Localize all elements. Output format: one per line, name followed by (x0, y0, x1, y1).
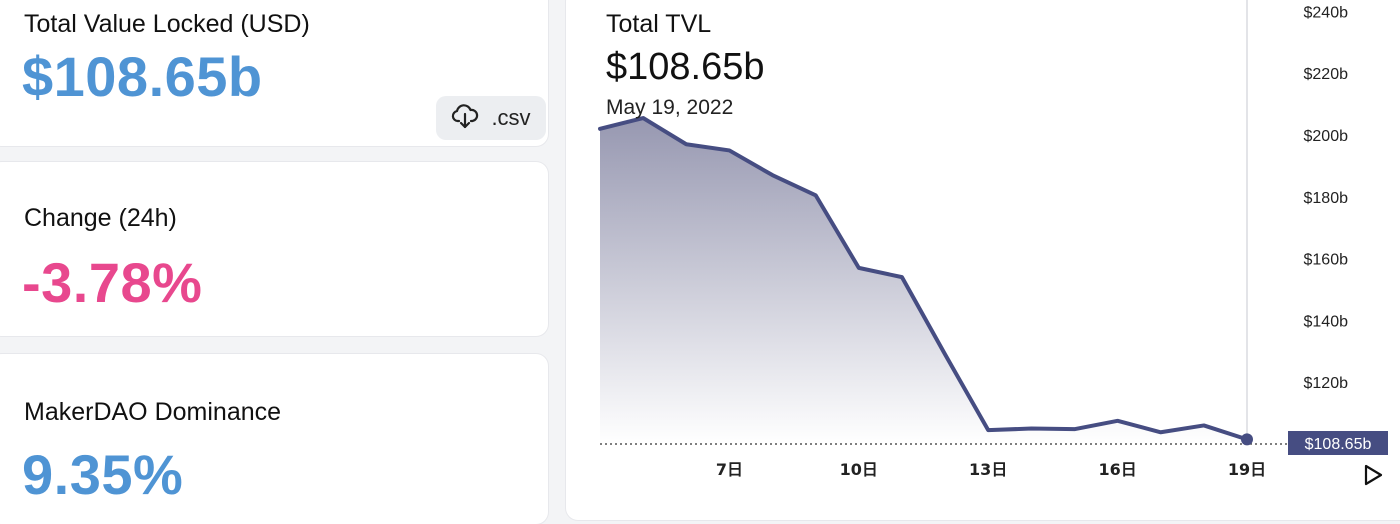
y-tick-label: $160b (1304, 252, 1349, 269)
chart-title: Total TVL (606, 10, 711, 39)
x-tick-label: 19日 (1228, 460, 1266, 479)
tvl-area (600, 118, 1247, 444)
y-tick-label: $220b (1304, 66, 1349, 83)
x-tick-label: 13日 (969, 460, 1007, 479)
play-button[interactable] (1360, 462, 1386, 488)
chart-date: May 19, 2022 (606, 96, 733, 120)
y-tick-label: $200b (1304, 128, 1349, 145)
x-tick-label: 10日 (840, 460, 878, 479)
y-tick-label: $120b (1304, 375, 1349, 392)
x-tick-label: 16日 (1098, 460, 1136, 479)
y-tick-label: $240b (1304, 4, 1349, 21)
chart-current-value: $108.65b (606, 46, 765, 89)
x-tick-label: 7日 (716, 460, 743, 479)
y-tick-label: $180b (1304, 190, 1349, 207)
current-value-badge-label: $108.65b (1305, 436, 1372, 453)
y-tick-label: $140b (1304, 313, 1349, 330)
current-point-marker (1241, 433, 1253, 445)
play-icon (1360, 462, 1386, 488)
